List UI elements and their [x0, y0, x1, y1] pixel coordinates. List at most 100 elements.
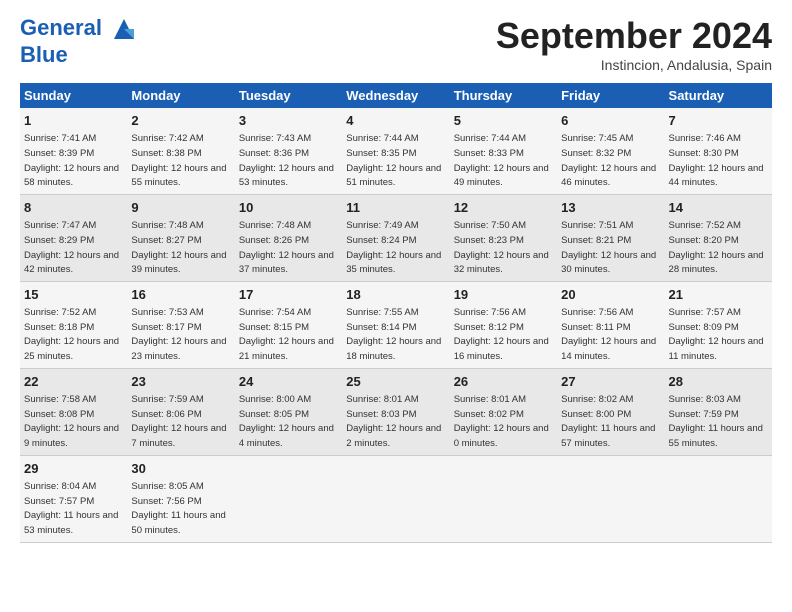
day-info: Sunrise: 7:56 AMSunset: 8:11 PMDaylight:…: [561, 307, 656, 362]
calendar-body: 1 Sunrise: 7:41 AMSunset: 8:39 PMDaylight…: [20, 108, 772, 542]
day-info: Sunrise: 7:58 AMSunset: 8:08 PMDaylight:…: [24, 394, 119, 449]
day-number: 24: [239, 373, 338, 391]
day-info: Sunrise: 7:50 AMSunset: 8:23 PMDaylight:…: [454, 220, 549, 275]
calendar-cell: 4Sunrise: 7:44 AMSunset: 8:35 PMDaylight…: [342, 108, 449, 194]
day-number: 7: [669, 112, 768, 130]
day-number: 10: [239, 199, 338, 217]
logo: General Blue: [20, 15, 138, 67]
day-info: Sunrise: 7:53 AMSunset: 8:17 PMDaylight:…: [131, 307, 226, 362]
calendar-cell: 20 Sunrise: 7:56 AMSunset: 8:11 PMDayligh…: [557, 281, 664, 368]
calendar-cell: 27 Sunrise: 8:02 AMSunset: 8:00 PMDayligh…: [557, 368, 664, 455]
page: General Blue September 2024 Instincion, …: [0, 0, 792, 558]
day-number: 3: [239, 112, 338, 130]
day-number: 2: [131, 112, 230, 130]
calendar-cell: [665, 455, 772, 542]
day-header-monday: Monday: [127, 83, 234, 108]
day-info: Sunrise: 7:56 AMSunset: 8:12 PMDaylight:…: [454, 307, 549, 362]
day-header-wednesday: Wednesday: [342, 83, 449, 108]
day-info: Sunrise: 7:46 AMSunset: 8:30 PMDaylight:…: [669, 133, 764, 188]
day-info: Sunrise: 7:55 AMSunset: 8:14 PMDaylight:…: [346, 307, 441, 362]
calendar-cell: 2 Sunrise: 7:42 AMSunset: 8:38 PMDaylight…: [127, 108, 234, 194]
calendar-cell: [342, 455, 449, 542]
week-row-3: 15 Sunrise: 7:52 AMSunset: 8:18 PMDayligh…: [20, 281, 772, 368]
title-block: September 2024 Instincion, Andalusia, Sp…: [496, 15, 772, 73]
logo-text: General Blue: [20, 15, 138, 67]
calendar-cell: 6 Sunrise: 7:45 AMSunset: 8:32 PMDaylight…: [557, 108, 664, 194]
day-number: 13: [561, 199, 660, 217]
calendar-cell: 13 Sunrise: 7:51 AMSunset: 8:21 PMDayligh…: [557, 194, 664, 281]
day-number: 4: [346, 112, 445, 130]
day-number: 20: [561, 286, 660, 304]
day-info: Sunrise: 7:44 AMSunset: 8:33 PMDaylight:…: [454, 133, 549, 188]
day-number: 27: [561, 373, 660, 391]
day-info: Sunrise: 7:49 AMSunset: 8:24 PMDaylight:…: [346, 220, 441, 275]
day-number: 23: [131, 373, 230, 391]
day-info: Sunrise: 8:03 AMSunset: 7:59 PMDaylight:…: [669, 394, 763, 449]
day-number: 15: [24, 286, 123, 304]
day-info: Sunrise: 7:48 AMSunset: 8:26 PMDaylight:…: [239, 220, 334, 275]
day-number: 19: [454, 286, 553, 304]
calendar-cell: 23Sunrise: 7:59 AMSunset: 8:06 PMDayligh…: [127, 368, 234, 455]
calendar-cell: 10 Sunrise: 7:48 AMSunset: 8:26 PMDayligh…: [235, 194, 342, 281]
calendar-cell: 11 Sunrise: 7:49 AMSunset: 8:24 PMDayligh…: [342, 194, 449, 281]
day-header-saturday: Saturday: [665, 83, 772, 108]
calendar-cell: 18Sunrise: 7:55 AMSunset: 8:14 PMDayligh…: [342, 281, 449, 368]
day-info: Sunrise: 7:51 AMSunset: 8:21 PMDaylight:…: [561, 220, 656, 275]
calendar-cell: 3 Sunrise: 7:43 AMSunset: 8:36 PMDaylight…: [235, 108, 342, 194]
location: Instincion, Andalusia, Spain: [496, 57, 772, 73]
week-row-4: 22 Sunrise: 7:58 AMSunset: 8:08 PMDayligh…: [20, 368, 772, 455]
day-info: Sunrise: 7:41 AMSunset: 8:39 PMDaylight:…: [24, 133, 119, 188]
header: General Blue September 2024 Instincion, …: [20, 15, 772, 73]
calendar-cell: 12 Sunrise: 7:50 AMSunset: 8:23 PMDayligh…: [450, 194, 557, 281]
day-header-sunday: Sunday: [20, 83, 127, 108]
calendar-cell: 16Sunrise: 7:53 AMSunset: 8:17 PMDayligh…: [127, 281, 234, 368]
day-number: 29: [24, 460, 123, 478]
day-info: Sunrise: 7:45 AMSunset: 8:32 PMDaylight:…: [561, 133, 656, 188]
day-number: 22: [24, 373, 123, 391]
calendar-cell: [557, 455, 664, 542]
calendar-cell: [450, 455, 557, 542]
day-info: Sunrise: 7:47 AMSunset: 8:29 PMDaylight:…: [24, 220, 119, 275]
calendar-cell: 21Sunrise: 7:57 AMSunset: 8:09 PMDayligh…: [665, 281, 772, 368]
day-info: Sunrise: 7:52 AMSunset: 8:18 PMDaylight:…: [24, 307, 119, 362]
calendar-cell: 14 Sunrise: 7:52 AMSunset: 8:20 PMDayligh…: [665, 194, 772, 281]
day-number: 6: [561, 112, 660, 130]
day-number: 12: [454, 199, 553, 217]
calendar-cell: 17Sunrise: 7:54 AMSunset: 8:15 PMDayligh…: [235, 281, 342, 368]
calendar-cell: 25Sunrise: 8:01 AMSunset: 8:03 PMDayligh…: [342, 368, 449, 455]
day-info: Sunrise: 8:05 AMSunset: 7:56 PMDaylight:…: [131, 481, 225, 536]
day-number: 8: [24, 199, 123, 217]
calendar-cell: 30Sunrise: 8:05 AMSunset: 7:56 PMDayligh…: [127, 455, 234, 542]
week-row-5: 29 Sunrise: 8:04 AMSunset: 7:57 PMDayligh…: [20, 455, 772, 542]
day-info: Sunrise: 7:43 AMSunset: 8:36 PMDaylight:…: [239, 133, 334, 188]
day-info: Sunrise: 7:54 AMSunset: 8:15 PMDaylight:…: [239, 307, 334, 362]
day-info: Sunrise: 8:00 AMSunset: 8:05 PMDaylight:…: [239, 394, 334, 449]
day-info: Sunrise: 7:42 AMSunset: 8:38 PMDaylight:…: [131, 133, 226, 188]
calendar-header-row: SundayMondayTuesdayWednesdayThursdayFrid…: [20, 83, 772, 108]
day-info: Sunrise: 8:04 AMSunset: 7:57 PMDaylight:…: [24, 481, 118, 536]
calendar-cell: 22 Sunrise: 7:58 AMSunset: 8:08 PMDayligh…: [20, 368, 127, 455]
day-header-friday: Friday: [557, 83, 664, 108]
day-header-thursday: Thursday: [450, 83, 557, 108]
calendar-cell: 8 Sunrise: 7:47 AMSunset: 8:29 PMDaylight…: [20, 194, 127, 281]
calendar-cell: 15 Sunrise: 7:52 AMSunset: 8:18 PMDayligh…: [20, 281, 127, 368]
calendar-cell: 28Sunrise: 8:03 AMSunset: 7:59 PMDayligh…: [665, 368, 772, 455]
day-info: Sunrise: 8:01 AMSunset: 8:02 PMDaylight:…: [454, 394, 549, 449]
calendar-cell: 29 Sunrise: 8:04 AMSunset: 7:57 PMDayligh…: [20, 455, 127, 542]
calendar-cell: 7 Sunrise: 7:46 AMSunset: 8:30 PMDaylight…: [665, 108, 772, 194]
day-info: Sunrise: 8:02 AMSunset: 8:00 PMDaylight:…: [561, 394, 655, 449]
day-number: 11: [346, 199, 445, 217]
calendar-cell: [235, 455, 342, 542]
day-number: 14: [669, 199, 768, 217]
day-number: 9: [131, 199, 230, 217]
calendar-cell: 9 Sunrise: 7:48 AMSunset: 8:27 PMDaylight…: [127, 194, 234, 281]
day-info: Sunrise: 7:48 AMSunset: 8:27 PMDaylight:…: [131, 220, 226, 275]
month-title: September 2024: [496, 15, 772, 57]
day-number: 5: [454, 112, 553, 130]
day-header-tuesday: Tuesday: [235, 83, 342, 108]
week-row-1: 1 Sunrise: 7:41 AMSunset: 8:39 PMDaylight…: [20, 108, 772, 194]
day-number: 21: [669, 286, 768, 304]
day-info: Sunrise: 7:52 AMSunset: 8:20 PMDaylight:…: [669, 220, 764, 275]
day-number: 1: [24, 112, 123, 130]
day-number: 25: [346, 373, 445, 391]
